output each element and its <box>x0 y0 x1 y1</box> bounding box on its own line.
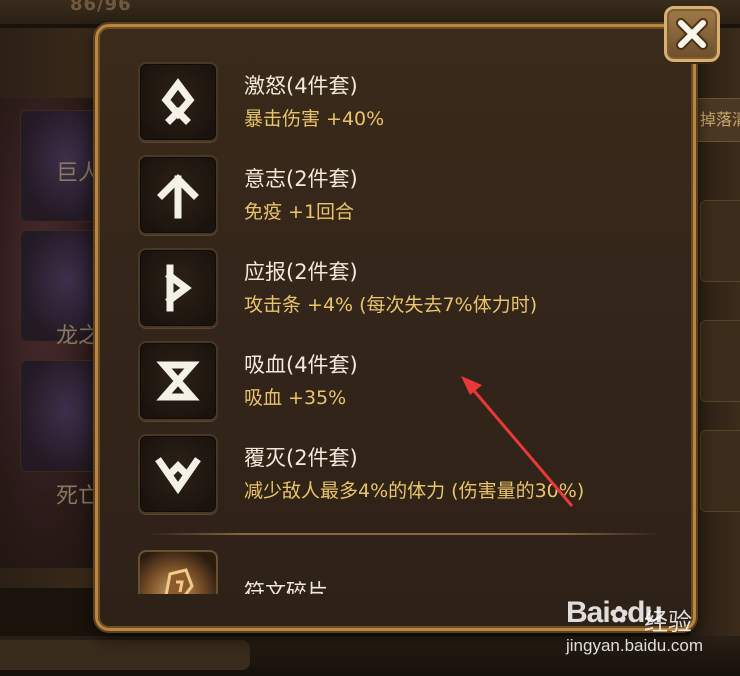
watermark-label: 经验 <box>644 608 692 636</box>
rune-fragment-icon <box>138 550 218 594</box>
close-button[interactable] <box>664 6 720 62</box>
rune-fragment-name: 符文碎片 <box>244 580 328 594</box>
monster-label: 龙之 <box>56 324 101 349</box>
baidu-watermark: Bai✿du 经验 jingyan.baidu.com <box>566 596 736 660</box>
rune-set-effect: 减少敌人最多4%的体力 (伤害量的30%) <box>244 480 585 502</box>
rune-set-row[interactable]: 覆灭(2件套) 减少敌人最多4%的体力 (伤害量的30%) <box>125 434 685 520</box>
rune-set-effect: 暴击伤害 +40% <box>244 108 385 130</box>
right-slot[interactable] <box>700 320 740 402</box>
rune-set-name: 激怒(4件套) <box>244 74 358 98</box>
list-divider <box>145 533 661 535</box>
rune-set-row[interactable]: 意志(2件套) 免疫 +1回合 <box>125 155 685 241</box>
rune-set-name: 意志(2件套) <box>244 167 358 191</box>
energy-counter: 86/96 <box>70 0 132 15</box>
destroy-rune-icon <box>138 434 218 514</box>
rune-set-name: 应报(2件套) <box>244 260 358 284</box>
rune-fragment-row[interactable]: 符文碎片 <box>125 550 685 594</box>
monster-label: 死亡 <box>56 484 101 509</box>
right-slot[interactable] <box>700 200 740 282</box>
vampire-rune-icon <box>138 341 218 421</box>
rune-set-row[interactable]: 激怒(4件套) 暴击伤害 +40% <box>125 62 685 148</box>
rune-set-name: 覆灭(2件套) <box>244 446 358 470</box>
close-x-icon <box>676 18 708 50</box>
bottom-button[interactable] <box>0 640 250 670</box>
will-rune-icon <box>138 155 218 235</box>
rage-rune-icon <box>138 62 218 142</box>
rune-set-effect: 攻击条 +4% (每次失去7%体力时) <box>244 294 538 316</box>
right-slot[interactable] <box>700 430 740 512</box>
revenge-rune-icon <box>138 248 218 328</box>
watermark-url: jingyan.baidu.com <box>566 636 704 655</box>
top-bar: 86/96 <box>0 0 740 26</box>
rune-set-effect: 免疫 +1回合 <box>244 201 355 223</box>
drop-tab[interactable]: 掉落清 <box>695 98 740 142</box>
rune-set-effect: 吸血 +35% <box>244 387 347 409</box>
rune-set-row[interactable]: 应报(2件套) 攻击条 +4% (每次失去7%体力时) <box>125 248 685 334</box>
rune-set-list[interactable]: 激怒(4件套) 暴击伤害 +40% 意志(2件套) 免疫 +1回合 应报(2件套… <box>125 62 685 594</box>
rune-set-row[interactable]: 吸血(4件套) 吸血 +35% <box>125 341 685 427</box>
monster-label: 巨人 <box>56 161 101 186</box>
rune-set-name: 吸血(4件套) <box>244 353 358 377</box>
